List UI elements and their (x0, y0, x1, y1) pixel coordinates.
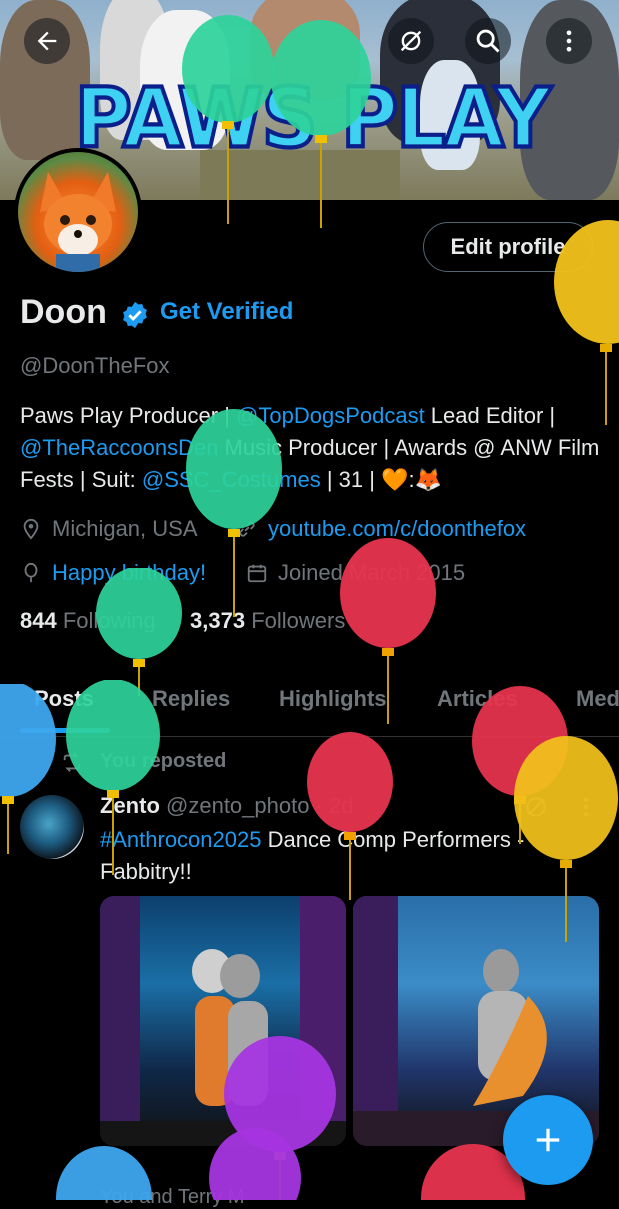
more-vertical-icon (566, 30, 572, 52)
followers-count: 3,373 (190, 608, 246, 633)
compose-button[interactable] (503, 1095, 593, 1185)
bio-text: | 31 | (320, 467, 382, 492)
calendar-icon (247, 564, 267, 583)
plus-icon (536, 1128, 560, 1152)
repost-label: You reposted (100, 750, 227, 772)
post-image-1[interactable] (100, 896, 346, 1146)
bio-mention-raccoonsden[interactable]: @TheRaccoonsDen (20, 435, 218, 460)
following-stat[interactable]: 844 Following (20, 608, 156, 633)
post-hashtag[interactable]: #Anthrocon2025 (100, 827, 261, 852)
website-link[interactable]: youtube.com/c/doonthefox (268, 516, 526, 542)
balloon-icon (24, 562, 38, 583)
profile-bio: Paws Play Producer | @TopDogsPodcast Lea… (20, 400, 610, 496)
social-context-text: You and Terry M (100, 1186, 245, 1208)
post-header: Zento @zento_photo · 2d (100, 793, 354, 819)
tab-articles[interactable]: Articles (437, 686, 518, 712)
location-text: Michigan, USA (52, 516, 198, 541)
display-name: Doon (20, 293, 107, 331)
following-label: Following (62, 608, 156, 633)
sync-button[interactable] (388, 18, 434, 64)
joined-text: Joined March 2015 (278, 560, 466, 585)
link-icon (239, 521, 255, 537)
location-pin-icon (23, 518, 39, 540)
repost-icon (63, 751, 81, 772)
arrow-left-icon (37, 31, 57, 51)
search-button[interactable] (465, 18, 511, 64)
search-icon (476, 29, 500, 53)
bio-text: Paws Play Producer | (20, 403, 237, 428)
followers-stat[interactable]: 3,373 Followers (190, 608, 345, 633)
active-tab-indicator (20, 728, 110, 733)
bio-mention-ssc-costumes[interactable]: @SSC_Costumes (142, 467, 321, 492)
more-button[interactable] (546, 18, 592, 64)
location-row: Michigan, USA (20, 516, 198, 542)
birthday-row: Happy birthday! (20, 560, 206, 586)
birthday-text[interactable]: Happy birthday! (52, 560, 206, 586)
post-author-handle[interactable]: @zento_photo (166, 793, 309, 818)
post-time: · 2d (315, 793, 354, 818)
user-handle: @DoonTheFox (20, 353, 170, 378)
tab-media[interactable]: Media (576, 686, 619, 712)
fox-avatar-image (40, 172, 116, 272)
post-author-avatar[interactable] (20, 795, 84, 859)
bio-emoji: 🧡:🦊 (381, 467, 442, 492)
following-count: 844 (20, 608, 57, 633)
get-verified-link[interactable]: Get Verified (160, 298, 293, 326)
tab-replies[interactable]: Replies (152, 686, 230, 712)
follow-stats: 844 Following 3,373 Followers (20, 608, 345, 634)
followers-label: Followers (251, 608, 346, 633)
bio-mention-topdogs[interactable]: @TopDogsPodcast (236, 403, 425, 428)
website-row: youtube.com/c/doonthefox (236, 516, 526, 542)
post-text: #Anthrocon2025 Dance Comp Performers - F… (100, 824, 600, 888)
costume-photo-1 (100, 896, 346, 1146)
post-author-name[interactable]: Zento (100, 793, 160, 818)
sync-off-icon (400, 30, 422, 52)
back-button[interactable] (24, 18, 70, 64)
bio-text: Lead Editor | (424, 403, 556, 428)
tab-highlights[interactable]: Highlights (279, 686, 387, 712)
joined-row: Joined March 2015 (246, 560, 465, 586)
edit-profile-button[interactable]: Edit profile (423, 222, 593, 272)
post-more-icon[interactable] (574, 794, 598, 820)
bio-text: Suit: (91, 467, 142, 492)
grok-icon[interactable] (523, 794, 549, 820)
tab-posts[interactable]: Posts (34, 686, 94, 712)
profile-avatar[interactable] (14, 148, 142, 276)
repost-indicator: You reposted (60, 750, 226, 773)
verified-badge-icon[interactable] (120, 300, 150, 335)
